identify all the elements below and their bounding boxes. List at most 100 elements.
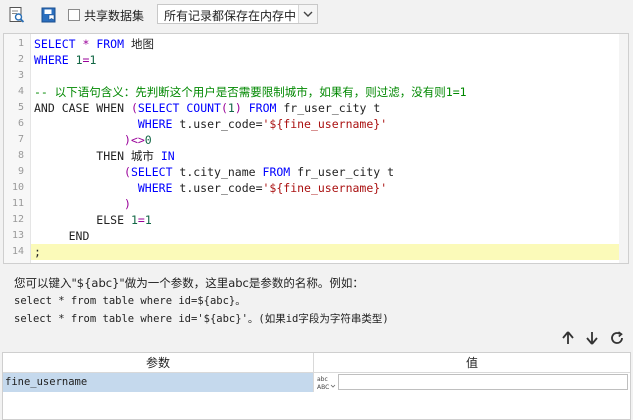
code-token: 地图 [124, 37, 154, 51]
line-number: 6 [17, 118, 24, 129]
code-line[interactable]: ) [34, 196, 131, 212]
param-value-input[interactable] [338, 374, 628, 390]
parameters-table: 参数 值 fine_username abc ABC [2, 352, 631, 420]
code-token: t.user_code= [172, 181, 263, 195]
code-token: ( [220, 101, 228, 115]
code-token: * [75, 37, 97, 51]
line-number: 4 [17, 86, 24, 97]
help-line-1: 您可以键入"${abc}"做为一个参数，这里abc是参数的名称。例如： [14, 276, 364, 290]
code-token: ( [124, 165, 131, 179]
code-token: )<> [124, 133, 145, 147]
param-name-cell[interactable]: fine_username [3, 373, 314, 392]
code-line[interactable]: ELSE 1=1 [34, 212, 152, 228]
code-token: COUNT [186, 101, 221, 115]
code-line[interactable]: -- 以下语句含义：先判断这个用户是否需要限制城市，如果有，则过滤，没有则1=1 [34, 84, 467, 100]
svg-text:ABC: ABC [317, 384, 329, 391]
code-token: ( [130, 101, 138, 115]
code-line[interactable]: WHERE t.user_code='${fine_username}' [34, 180, 387, 196]
code-line[interactable]: WHERE t.user_code='${fine_username}' [34, 116, 387, 132]
code-token: 1 [89, 53, 97, 67]
toolbar: 共享数据集 所有记录都保存在内存中 [0, 0, 633, 30]
code-token: '${fine_username}' [262, 117, 388, 131]
code-token: IN [160, 149, 175, 163]
storage-mode-select[interactable]: 所有记录都保存在内存中 [157, 4, 318, 24]
code-token: WHERE [137, 117, 173, 131]
column-header-value[interactable]: 值 [314, 353, 630, 373]
share-dataset-toggle[interactable]: 共享数据集 [68, 7, 144, 23]
code-token: SELECT [34, 37, 76, 51]
editor-scrollbar[interactable] [619, 34, 628, 263]
sql-editor[interactable]: 1 SELECT * FROM 地图 2 WHERE 1=1 3 4 -- 以下语句含义：先… [3, 33, 629, 264]
help-line-3: select * from table where id='${abc}'。(如… [14, 313, 389, 325]
code-token: ELSE [34, 213, 131, 227]
code-token: fr_user_city t [290, 165, 395, 179]
line-number: 3 [17, 70, 24, 81]
code-token: FROM [262, 165, 291, 179]
code-token: 1 [75, 53, 83, 67]
code-token: '${fine_username}' [262, 181, 388, 195]
save-icon[interactable] [40, 6, 58, 24]
storage-mode-value: 所有记录都保存在内存中 [164, 9, 297, 23]
code-token: ; [34, 245, 41, 259]
preview-icon[interactable] [8, 6, 26, 24]
code-token: 1 [227, 101, 235, 115]
line-number: 13 [11, 230, 24, 241]
code-line[interactable]: SELECT * FROM 地图 [34, 36, 154, 52]
code-token: ) [234, 101, 242, 115]
code-token: t.user_code= [172, 117, 263, 131]
arrow-down-icon[interactable] [584, 330, 600, 346]
code-token: AND CASE WHEN [34, 101, 131, 115]
code-line[interactable]: ; [34, 244, 41, 260]
code-token: WHERE [137, 181, 173, 195]
line-number: 14 [11, 246, 24, 257]
code-token: t.city_name [172, 165, 263, 179]
code-token: ) [124, 197, 131, 211]
line-number: 8 [17, 150, 24, 161]
code-line[interactable]: WHERE 1=1 [34, 52, 96, 68]
code-token: END [34, 229, 90, 243]
string-type-icon[interactable]: abc ABC [316, 374, 336, 391]
line-number: 9 [17, 166, 24, 177]
code-token: 1 [130, 213, 138, 227]
code-line[interactable]: END [34, 228, 90, 244]
active-line-highlight [31, 244, 620, 260]
code-token: SELECT [137, 101, 180, 115]
line-number: 11 [11, 198, 24, 209]
parameter-help: 您可以键入"${abc}"做为一个参数，这里abc是参数的名称。例如： sele… [14, 275, 389, 328]
code-token: -- 以下语句含义：先判断这个用户是否需要限制城市，如果有，则过滤，没有则1=1 [34, 85, 467, 99]
code-line[interactable]: THEN 城市 IN [34, 148, 175, 164]
column-header-param[interactable]: 参数 [3, 353, 314, 373]
code-token: THEN 城市 [34, 149, 161, 163]
share-dataset-checkbox[interactable] [68, 9, 80, 21]
line-number: 2 [17, 54, 24, 65]
code-line[interactable]: (SELECT t.city_name FROM fr_user_city t [34, 164, 394, 180]
code-token: fr_user_city t [276, 101, 381, 115]
table-row[interactable]: fine_username abc ABC [3, 373, 630, 392]
line-number: 7 [17, 134, 24, 145]
code-token: = [137, 213, 145, 227]
param-value-cell[interactable]: abc ABC [314, 373, 630, 392]
code-token: FROM [248, 101, 277, 115]
code-line[interactable]: AND CASE WHEN (SELECT COUNT(1) FROM fr_u… [34, 100, 380, 116]
help-line-2: select * from table where id=${abc}。 [14, 295, 246, 307]
line-number: 5 [17, 102, 24, 113]
share-dataset-label: 共享数据集 [84, 8, 145, 23]
line-number: 10 [11, 182, 24, 193]
refresh-icon[interactable] [609, 330, 625, 346]
line-number: 12 [11, 214, 24, 225]
code-token: FROM [96, 37, 125, 51]
code-line[interactable]: )<>0 [34, 132, 152, 148]
chevron-down-icon[interactable] [298, 5, 317, 23]
code-token: WHERE [34, 53, 69, 67]
arrow-up-icon[interactable] [560, 330, 576, 346]
code-token: SELECT [130, 165, 173, 179]
code-token: 1 [144, 213, 152, 227]
code-token: 0 [144, 133, 152, 147]
